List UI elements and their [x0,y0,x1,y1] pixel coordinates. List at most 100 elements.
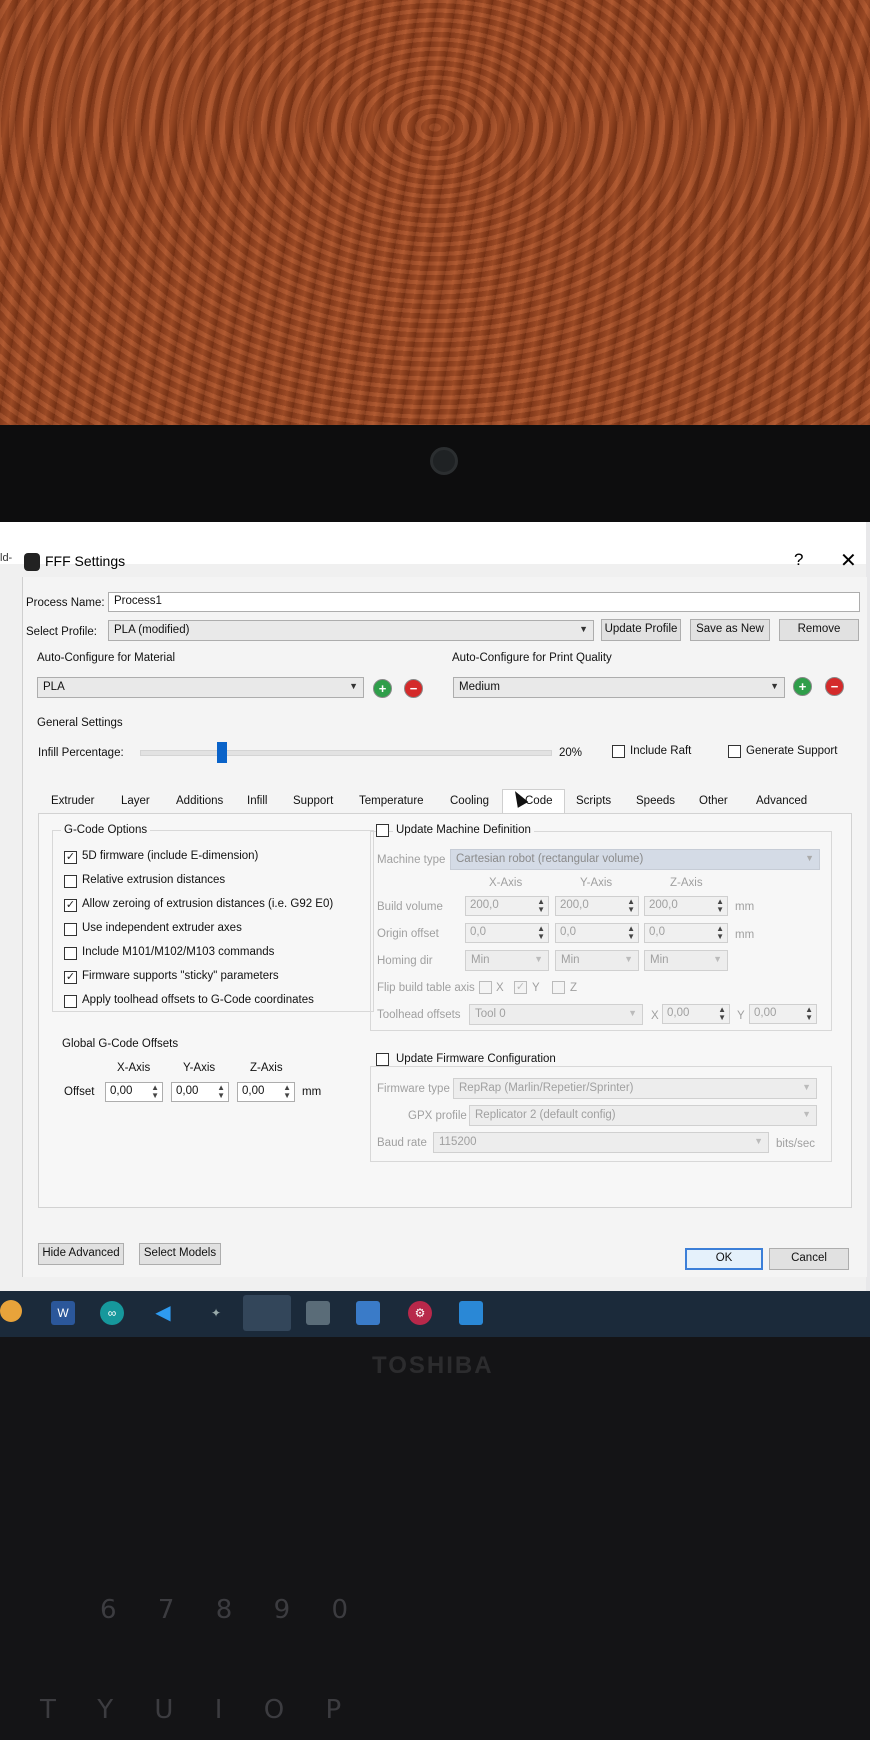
origin-x-value: 0,0 [470,926,486,938]
machine-type-dropdown[interactable]: Cartesian robot (rectangular volume) ▼ [450,849,820,870]
tab-support[interactable]: Support [293,795,333,807]
offset-z-spinbox[interactable]: 0,00 ▲ ▼ [237,1082,295,1102]
spin-arrows-icon[interactable]: ▲ ▼ [537,925,545,941]
gpx-profile-dropdown[interactable]: Replicator 2 (default config) ▼ [469,1105,817,1126]
machine-x-axis-label: X-Axis [489,877,523,889]
build-volume-x[interactable]: 200,0 ▲ ▼ [465,896,549,916]
flip-x-checkbox[interactable] [479,981,492,994]
gcode-options-title: G-Code Options [61,824,151,836]
select-models-button[interactable]: Select Models [139,1243,221,1265]
flip-y-checkbox[interactable]: ✓ [514,981,527,994]
vscode-icon[interactable]: ◀ [151,1301,175,1325]
homing-dir-label: Homing dir [377,955,433,967]
flip-z-checkbox[interactable] [552,981,565,994]
baud-rate-dropdown[interactable]: 115200 ▼ [433,1132,769,1153]
update-firmware-checkbox[interactable] [376,1053,389,1066]
opt-relative-extrusion-checkbox[interactable] [64,875,77,888]
select-profile-dropdown[interactable]: PLA (modified) ▼ [108,620,594,641]
origin-offset-label: Origin offset [377,928,439,940]
cancel-button[interactable]: Cancel [769,1248,849,1270]
ok-button[interactable]: OK [685,1248,763,1270]
tab-scripts[interactable]: Scripts [576,795,611,807]
process-name-input[interactable]: Process1 [108,592,860,612]
tab-advanced[interactable]: Advanced [756,795,807,807]
opt-allow-zeroing-checkbox[interactable]: ✓ [64,899,77,912]
quality-dropdown[interactable]: Medium ▼ [453,677,785,698]
toolhead-y-spinbox[interactable]: 0,00 ▲ ▼ [749,1004,817,1024]
spin-arrows-icon[interactable]: ▲ ▼ [716,898,724,914]
tab-speeds[interactable]: Speeds [636,795,675,807]
origin-offset-x[interactable]: 0,0 ▲ ▼ [465,923,549,943]
build-volume-z[interactable]: 200,0 ▲ ▼ [644,896,728,916]
homing-dir-x[interactable]: Min ▼ [465,950,549,971]
opt-sticky-params-checkbox[interactable]: ✓ [64,971,77,984]
tab-extruder[interactable]: Extruder [51,795,94,807]
help-button[interactable]: ? [794,550,803,570]
opt-5d-firmware-checkbox[interactable]: ✓ [64,851,77,864]
spin-arrows-icon[interactable]: ▲ ▼ [805,1006,813,1022]
calculator-icon[interactable] [306,1301,330,1325]
opt-independent-axes-checkbox[interactable] [64,923,77,936]
photos-icon[interactable] [459,1301,483,1325]
remove-quality-button[interactable]: − [825,677,844,696]
dialog-title: FFF Settings [45,553,126,569]
offset-y-axis-label: Y-Axis [183,1062,216,1074]
spin-arrows-icon[interactable]: ▲ ▼ [627,898,635,914]
firmware-type-dropdown[interactable]: RepRap (Marlin/Repetier/Sprinter) ▼ [453,1078,817,1099]
include-raft-checkbox[interactable] [612,745,625,758]
add-material-button[interactable]: + [373,679,392,698]
spin-arrows-icon[interactable]: ▲ ▼ [283,1084,291,1100]
spin-arrows-icon[interactable]: ▲ ▼ [537,898,545,914]
origin-offset-z[interactable]: 0,0 ▲ ▼ [644,923,728,943]
spin-arrows-icon[interactable]: ▲ ▼ [716,925,724,941]
homing-dir-y[interactable]: Min ▼ [555,950,639,971]
chrome-icon[interactable] [0,1300,22,1322]
build-volume-y[interactable]: 200,0 ▲ ▼ [555,896,639,916]
tab-temperature[interactable]: Temperature [359,795,424,807]
generate-support-checkbox[interactable] [728,745,741,758]
chevron-down-icon: ▼ [802,1082,811,1092]
word-icon[interactable]: W [51,1301,75,1325]
toolhead-select[interactable]: Tool 0 ▼ [469,1004,643,1025]
build-volume-unit: mm [735,901,755,913]
spin-arrows-icon[interactable]: ▲ ▼ [217,1084,225,1100]
slicer-app-icon[interactable] [243,1295,291,1331]
tab-infill[interactable]: Infill [247,795,267,807]
tab-additions[interactable]: Additions [176,795,223,807]
window-app-icon[interactable] [356,1301,380,1325]
material-dropdown[interactable]: PLA ▼ [37,677,364,698]
update-machine-checkbox[interactable] [376,824,389,837]
tab-cooling[interactable]: Cooling [450,795,489,807]
tab-layer[interactable]: Layer [121,795,150,807]
remove-profile-button[interactable]: Remove [779,619,859,641]
chevron-down-icon: ▼ [628,1008,637,1018]
remove-material-button[interactable]: − [404,679,423,698]
dialog-titlebar [0,522,866,564]
opt-toolhead-offsets-checkbox[interactable] [64,995,77,1008]
homing-dir-z[interactable]: Min ▼ [644,950,728,971]
media-app-icon[interactable]: ⚙ [408,1301,432,1325]
tab-other[interactable]: Other [699,795,728,807]
infill-slider-thumb[interactable] [217,742,228,763]
firmware-type-label: Firmware type [377,1083,450,1095]
offset-y-spinbox[interactable]: 0,00 ▲ ▼ [171,1082,229,1102]
add-quality-button[interactable]: + [793,677,812,696]
toolhead-y-value: 0,00 [754,1007,777,1019]
offset-x-spinbox[interactable]: 0,00 ▲ ▼ [105,1082,163,1102]
offset-y-value: 0,00 [176,1085,199,1097]
save-as-new-button[interactable]: Save as New [690,619,770,641]
app-icon[interactable]: ✦ [204,1301,228,1325]
infill-slider-track[interactable] [140,750,552,756]
close-button[interactable]: ✕ [840,548,857,573]
origin-offset-y[interactable]: 0,0 ▲ ▼ [555,923,639,943]
update-profile-button[interactable]: Update Profile [601,619,681,641]
spin-arrows-icon[interactable]: ▲ ▼ [627,925,635,941]
hide-advanced-button[interactable]: Hide Advanced [38,1243,124,1265]
chevron-down-icon: ▼ [624,954,633,964]
arduino-icon[interactable]: ∞ [100,1301,124,1325]
toolhead-x-spinbox[interactable]: 0,00 ▲ ▼ [662,1004,730,1024]
spin-arrows-icon[interactable]: ▲ ▼ [718,1006,726,1022]
origin-offset-unit: mm [735,929,755,941]
spin-arrows-icon[interactable]: ▲ ▼ [151,1084,159,1100]
opt-m101-checkbox[interactable] [64,947,77,960]
